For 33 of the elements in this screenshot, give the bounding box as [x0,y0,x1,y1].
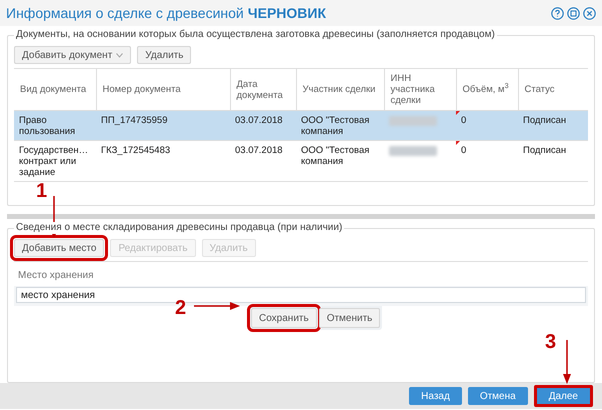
close-icon[interactable] [583,6,596,20]
restore-icon[interactable] [567,6,580,20]
table-row[interactable]: Государствен… контракт или задание ГКЗ_172545483 03.07.2018 ООО "Тестовая компания 0 Подписан [14,140,588,182]
step-number: 3 [545,332,556,352]
arrow-icon [563,340,571,384]
table-cell: 03.07.2018 [235,115,283,126]
arrow-icon [194,302,240,310]
table-cell: ГКЗ_172545483 [101,145,170,156]
table-cell: Подписан [523,115,566,126]
table-cell: ПП_174735959 [101,115,168,126]
table-cell: 03.07.2018 [235,145,283,156]
footer-button[interactable]: Далее [534,385,593,407]
help-icon[interactable] [551,6,564,20]
footer-button[interactable]: Назад [409,387,462,405]
table-cell: Государствен… контракт или задание [19,145,88,178]
status-label: ЧЕРНОВИК [248,4,326,22]
field-label: Место хранения [14,265,588,286]
step-number: 1 [36,181,48,201]
section-legend: Документы, на основании которых была осуществлена заготовка древесины (заполняется продавцом) [14,29,497,41]
window-title: Информация о сделке с древесиной [6,4,244,23]
column-header: Статус [518,68,588,110]
caret-icon [116,52,124,58]
table-cell: Право пользования [19,115,76,137]
footer-button[interactable]: Отмена [468,387,528,405]
dropdown-button[interactable]: Добавить документ [14,46,132,64]
toolbar-button[interactable]: Удалить [137,46,192,64]
section-legend: Сведения о месте складирования древесины продавца (при наличии) [14,222,344,234]
table-cell: ООО "Тестовая компания [301,115,370,137]
table-cell: 0 [461,115,466,126]
table-cell: ООО "Тестовая компания [301,145,370,167]
table-cell: Подписан [523,145,566,156]
toolbar-button[interactable]: Отменить [318,308,380,328]
table-cell: 0 [461,145,466,156]
